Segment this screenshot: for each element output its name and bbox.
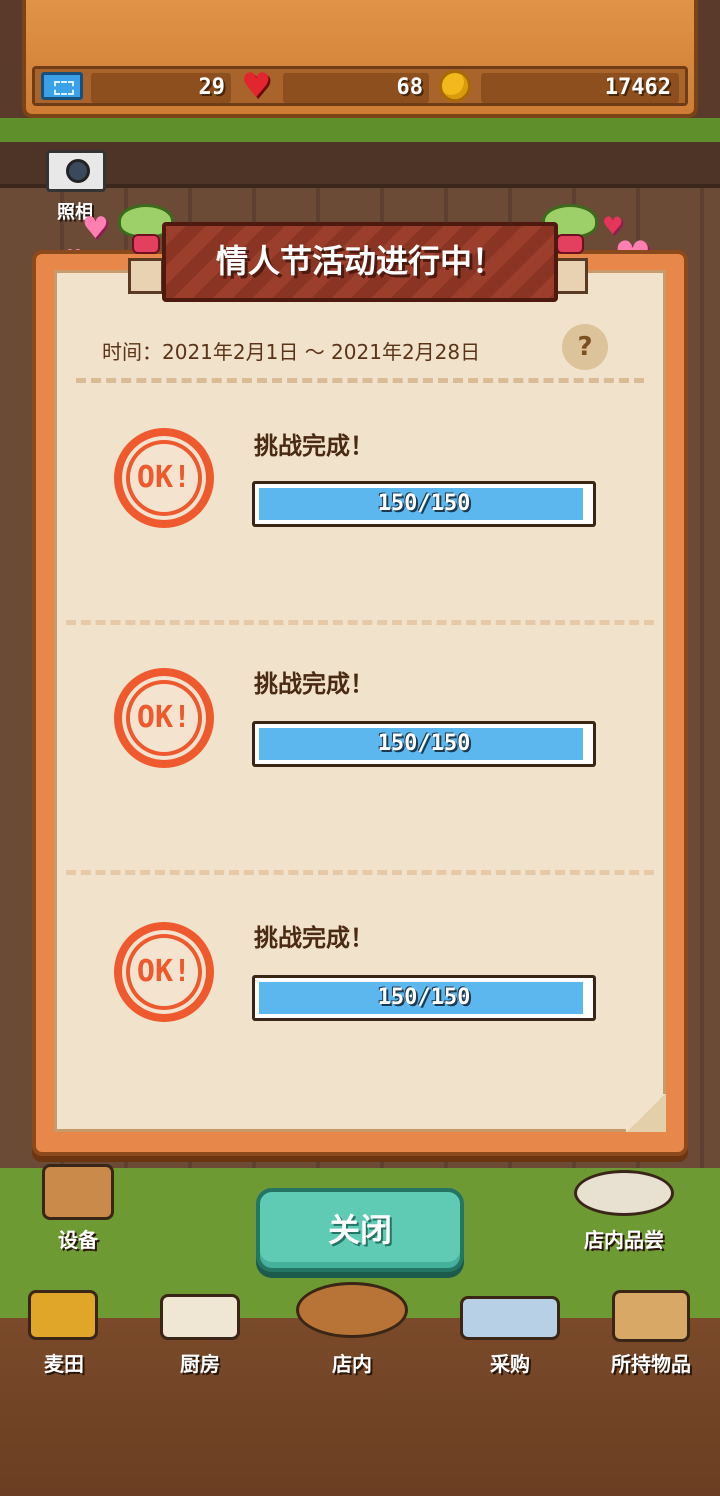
equipment-button[interactable]: 设备 [36, 1164, 120, 1254]
progress-text: 150/150 [377, 731, 471, 756]
paper-fold-corner [626, 1094, 666, 1132]
wall-shelf [0, 142, 720, 188]
event-date-range: 时间：2021年2月1日 ～ 2021年2月28日 [102, 340, 481, 364]
ticket-icon [41, 72, 83, 100]
nav-store[interactable]: 店内 [290, 1278, 414, 1380]
challenge-status: 挑战完成！ [254, 924, 374, 952]
pink-heart-icon: ♥ [82, 211, 109, 246]
ok-stamp-text: OK! [136, 700, 192, 735]
box-icon [612, 1290, 690, 1342]
heart-count: 68 [396, 75, 424, 100]
coin-count: 17462 [604, 75, 671, 100]
nav-purchase[interactable]: 采购 [450, 1290, 570, 1380]
progress-text: 150/150 [377, 985, 471, 1010]
nav-label: 厨房 [180, 1352, 220, 1376]
coin-icon [439, 70, 471, 102]
tasting-button[interactable]: 店内品尝 [564, 1164, 684, 1254]
popup-title: 情人节活动进行中！ [215, 242, 504, 280]
nav-wheat-field[interactable]: 麦田 [20, 1290, 108, 1380]
wheat-icon [28, 1290, 98, 1340]
rope-divider [76, 378, 644, 388]
tasting-plate-icon [574, 1170, 674, 1216]
oven-icon [42, 1164, 114, 1220]
heart-counter: 68 [283, 73, 429, 103]
close-label: 关闭 [327, 1211, 392, 1249]
camera-icon [46, 150, 106, 192]
scene-grass-strip [0, 118, 720, 142]
equipment-label: 设备 [58, 1228, 98, 1252]
nav-label: 店内 [332, 1352, 372, 1376]
bread-tray-icon [296, 1282, 408, 1338]
ok-stamp-icon: OK! [114, 668, 214, 768]
help-button[interactable]: ? [562, 324, 608, 370]
kitchen-icon [160, 1294, 240, 1340]
nav-label: 采购 [490, 1352, 530, 1376]
section-divider [66, 870, 654, 876]
ok-stamp-text: OK! [136, 954, 192, 989]
challenge-status: 挑战完成！ [254, 670, 374, 698]
nav-label: 麦田 [44, 1352, 84, 1376]
nav-inventory[interactable]: 所持物品 [596, 1290, 706, 1380]
ticket-count: 29 [198, 75, 226, 100]
challenge-progress-bar: 150/150 [252, 721, 596, 767]
camera-lens [66, 159, 90, 183]
challenge-progress-bar: 150/150 [252, 975, 596, 1021]
close-button[interactable]: 关闭 [256, 1188, 464, 1272]
heart-icon: ♥ [241, 66, 272, 106]
progress-text: 150/150 [377, 491, 471, 516]
challenge-progress-bar: 150/150 [252, 481, 596, 527]
challenge-status: 挑战完成！ [254, 432, 374, 460]
section-divider [66, 620, 654, 626]
ok-stamp-icon: OK! [114, 428, 214, 528]
ok-stamp-text: OK! [136, 460, 192, 495]
shop-goods-icon [460, 1296, 560, 1340]
tasting-label: 店内品尝 [584, 1228, 664, 1252]
ticket-counter: 29 [91, 73, 231, 103]
status-bar: 29 ♥ 68 17462 [32, 66, 688, 106]
nav-label: 所持物品 [611, 1352, 691, 1376]
coin-counter: 17462 [481, 73, 679, 103]
nav-kitchen[interactable]: 厨房 [140, 1290, 260, 1380]
ok-stamp-icon: OK! [114, 922, 214, 1022]
